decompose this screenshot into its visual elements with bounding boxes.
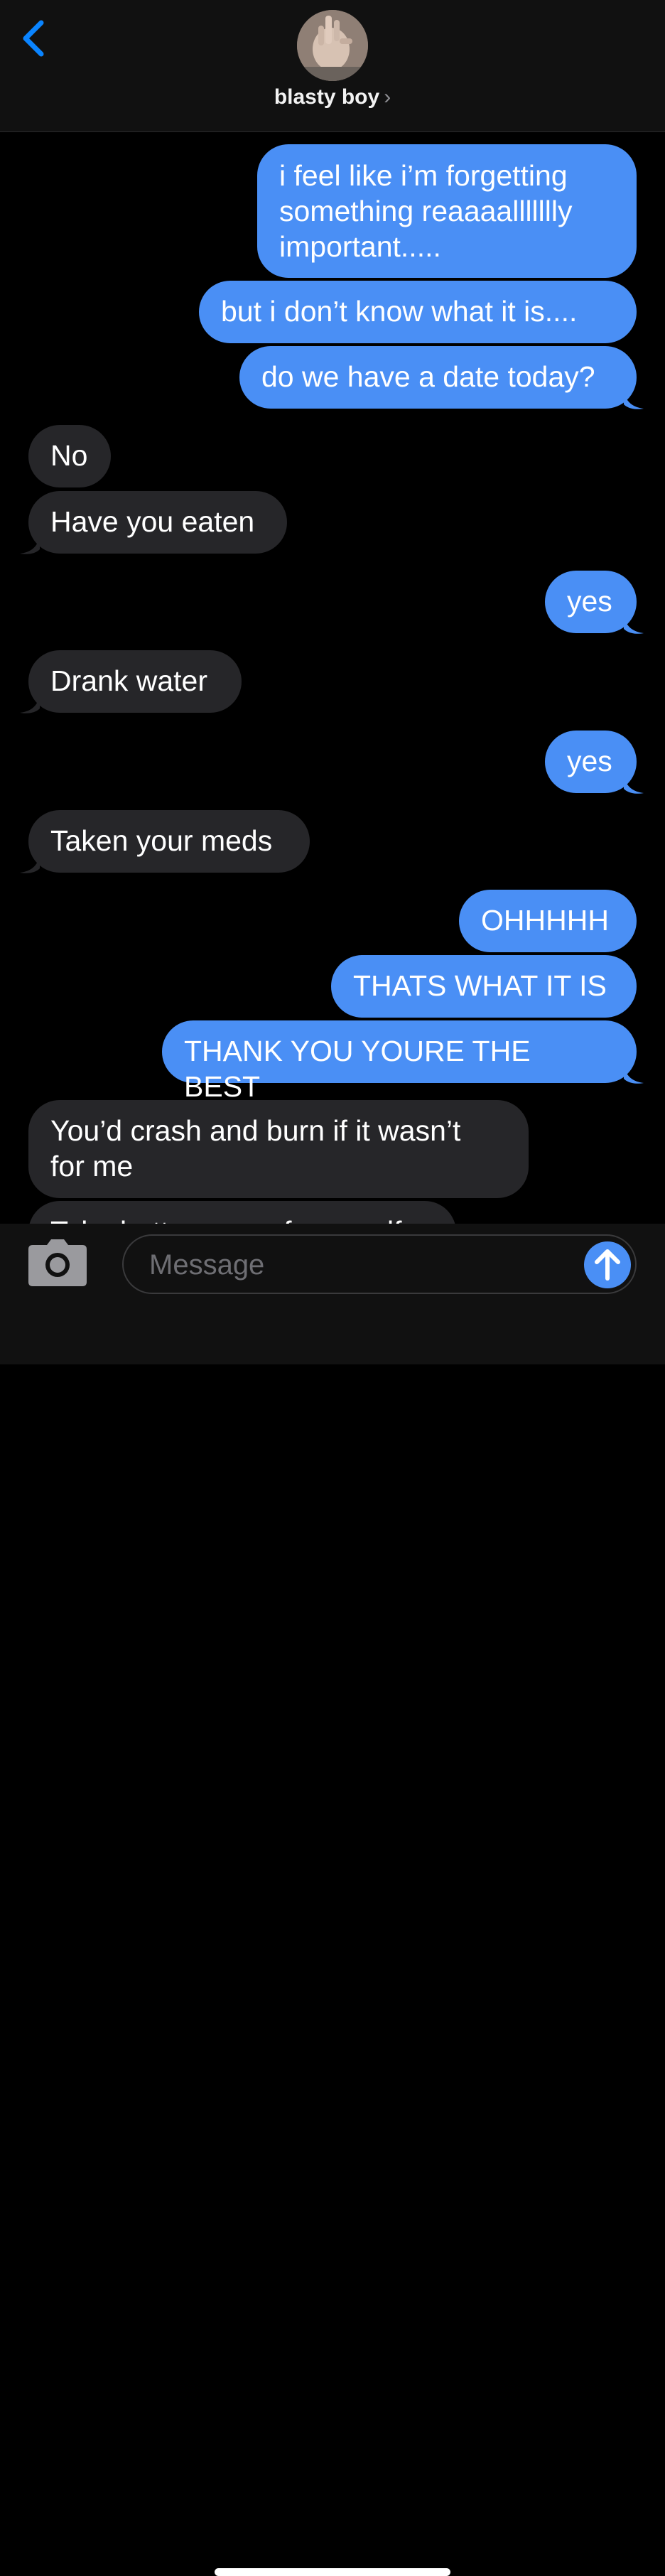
sent-message[interactable]: OHHHHH [459,890,637,952]
sent-message[interactable]: do we have a date today? [239,346,637,409]
camera-button[interactable] [28,1239,87,1286]
send-button[interactable] [584,1241,631,1288]
sent-message[interactable]: yes [545,731,637,793]
avatar-photo [297,10,368,81]
camera-icon [28,1239,87,1286]
sent-message[interactable]: i feel like i’m forgetting something rea… [257,144,637,278]
contact-name[interactable]: blasty boy › [0,85,665,109]
sent-message[interactable]: but i don’t know what it is.... [199,281,637,343]
message-thread[interactable]: i feel like i’m forgetting something rea… [0,132,665,1224]
contact-avatar[interactable] [297,10,368,81]
bubble-tail [624,615,644,634]
received-message[interactable]: Taken your meds [28,810,310,873]
sent-message[interactable]: THANK YOU YOURE THE BEST [162,1020,637,1103]
bubble-tail [624,390,644,409]
home-indicator[interactable] [215,2568,450,2576]
received-message[interactable]: Have you eaten [28,491,287,554]
chevron-right-icon: › [384,85,391,109]
bubble-tail [20,694,40,713]
bubble-tail [624,1065,644,1084]
conversation-header: blasty boy › [0,0,665,132]
received-message[interactable]: You’d crash and burn if it wasn’t for me [28,1100,529,1198]
arrow-up-icon [595,1249,620,1281]
bubble-tail [20,535,40,554]
compose-bar [0,1224,665,2576]
sent-message[interactable]: THATS WHAT IT IS [331,955,637,1018]
message-field[interactable] [122,1234,637,1294]
sent-message[interactable]: yes [545,571,637,633]
received-message[interactable]: Drank water [28,650,242,713]
bubble-tail [20,854,40,873]
message-input[interactable] [148,1246,548,1284]
chevron-left-icon [23,20,44,57]
received-message[interactable]: No [28,425,111,487]
contact-name-label: blasty boy [274,85,380,109]
back-button[interactable] [18,18,54,61]
bubble-tail [624,775,644,794]
received-message[interactable]: Take better care of yourself [28,1201,456,1224]
